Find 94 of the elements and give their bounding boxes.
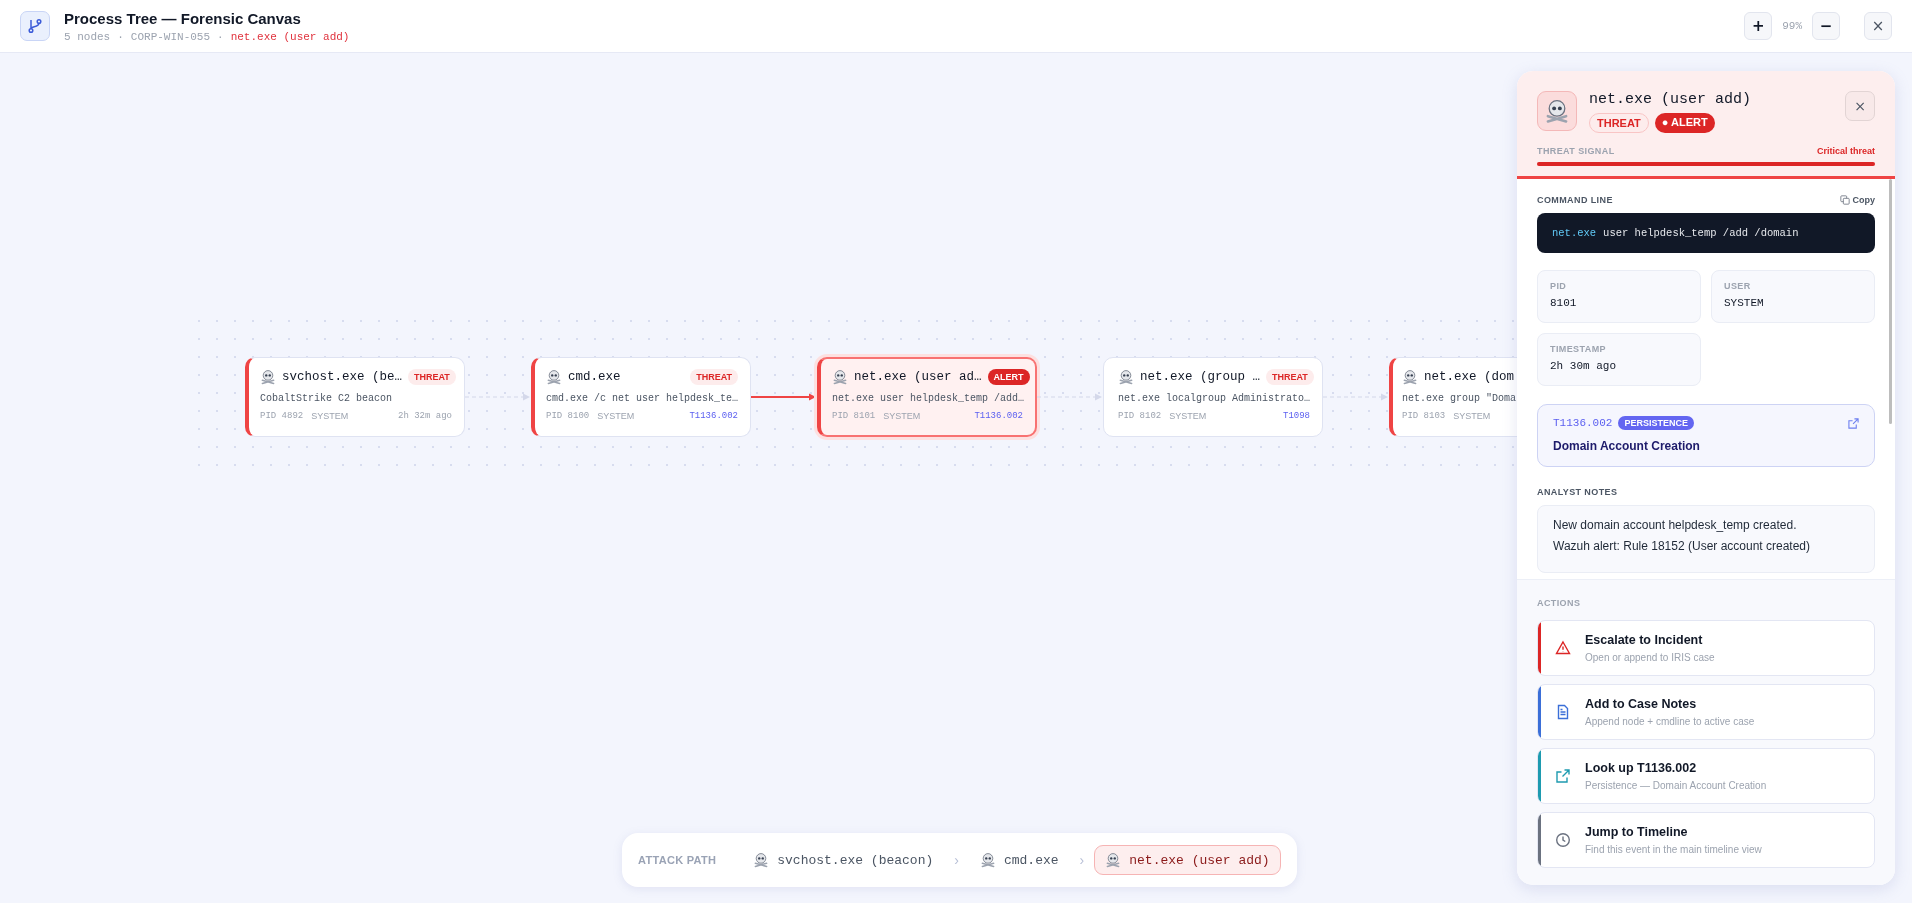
user-name: SYSTEM — [1453, 411, 1491, 421]
user-name: SYSTEM — [597, 411, 635, 421]
status-badge: ● ALERT — [1654, 113, 1715, 133]
skull-crossbones-icon — [1105, 852, 1122, 868]
process-name: cmd.exe — [568, 370, 622, 384]
separator-dot: · — [117, 30, 124, 43]
action-button[interactable]: Add to Case Notes Append node + cmdline to active case — [1537, 684, 1875, 740]
skull-crossbones-icon — [546, 369, 562, 385]
skull-crossbones-icon — [260, 369, 276, 385]
technique-id: T1136.002 — [1553, 417, 1613, 429]
field-label: USER — [1724, 281, 1752, 291]
process-id: PID 8102 — [1118, 411, 1162, 421]
zoom-out-button[interactable]: − — [1812, 12, 1840, 40]
process-name: net.exe (dom — [1424, 370, 1515, 384]
technique-id: T1136.002 — [689, 411, 738, 421]
skull-crossbones-icon — [979, 852, 996, 868]
field-value: 8101 — [1550, 297, 1578, 309]
status-badge: THREAT — [1589, 113, 1649, 133]
action-button[interactable]: Look up T1136.002 Persistence — Domain Account Creation — [1537, 748, 1875, 804]
skull-crossbones-icon — [1537, 91, 1577, 131]
attack-path-label: ATTACK PATH — [638, 854, 717, 866]
user-name: SYSTEM — [883, 411, 921, 421]
external-link-icon[interactable] — [1848, 417, 1859, 429]
process-node[interactable]: net.exe (user ad… ALERT net.exe user helpdesk_temp /add… PID 8101 SYSTEM T1136.002 — [817, 357, 1037, 437]
zoom-level: 99% — [1782, 20, 1802, 32]
process-id: PID 8101 — [832, 411, 876, 421]
skull-crossbones-icon — [1402, 369, 1418, 385]
separator-dot: · — [217, 30, 224, 43]
skull-crossbones-icon — [753, 852, 770, 868]
path-step[interactable]: cmd.exe — [968, 845, 1070, 875]
clock-icon — [1555, 832, 1571, 848]
command-text: net.exe localgroup Administrato… — [1118, 393, 1310, 404]
status-badge: THREAT — [690, 369, 738, 385]
section-label: ANALYST NOTES — [1537, 487, 1619, 497]
technique-id: T1136.002 — [974, 411, 1023, 421]
process-name: net.exe (user ad… — [854, 370, 982, 384]
command-text: cmd.exe /c net user helpdesk_te… — [546, 393, 738, 404]
note-text: New domain account helpdesk_temp created. — [1553, 518, 1798, 532]
status-badge: THREAT — [1266, 369, 1314, 385]
close-button[interactable]: × — [1864, 12, 1892, 40]
branch-icon — [20, 11, 50, 41]
technique-id: T1098 — [1283, 411, 1310, 421]
technique-name: Domain Account Creation — [1553, 439, 1701, 453]
status-badge: ALERT — [987, 369, 1030, 385]
field-value: SYSTEM — [1724, 297, 1765, 309]
warning-icon — [1555, 640, 1571, 656]
process-id: PID 8100 — [546, 411, 590, 421]
action-button[interactable]: Escalate to Incident Open or append to IRIS case — [1537, 620, 1875, 676]
process-node[interactable]: net.exe (dom net.exe group "Doma PID 8103 SYSTEM — [1389, 357, 1517, 437]
executable-name: net.exe — [1552, 227, 1597, 239]
process-node[interactable]: cmd.exe THREAT cmd.exe /c net user helpdesk_te… PID 8100 SYSTEM T1136.002 — [531, 357, 751, 437]
field-label: PID — [1550, 281, 1568, 291]
status-badge: THREAT — [408, 369, 456, 385]
path-step[interactable]: net.exe (user add) — [1094, 845, 1281, 875]
focused-process: net.exe (user add) — [230, 30, 350, 43]
command-arguments: user helpdesk_temp /add /domain — [1603, 227, 1799, 239]
signal-reading: Critical threat — [1816, 146, 1875, 156]
user-name: SYSTEM — [1169, 411, 1207, 421]
tactic-badge: PERSISTENCE — [1618, 416, 1694, 430]
field-value: 2h 30m ago — [1550, 360, 1617, 372]
process-node[interactable]: net.exe (group … THREAT net.exe localgroup Administrato… PID 8102 SYSTEM T1098 — [1103, 357, 1323, 437]
process-node[interactable]: svchost.exe (be… THREAT CobaltStrike C2 beacon PID 4892 SYSTEM 2h 32m ago — [245, 357, 465, 437]
host-name: CORP-WIN-055 — [130, 30, 211, 43]
page-title: Process Tree — Forensic Canvas — [64, 9, 302, 27]
chevron-separator: › — [1079, 852, 1085, 868]
signal-label: THREAT SIGNAL — [1537, 146, 1615, 156]
external-link-icon — [1555, 768, 1571, 784]
field-label: TIMESTAMP — [1550, 344, 1607, 354]
path-step[interactable]: svchost.exe (beacon) — [742, 845, 945, 875]
command-text: net.exe group "Doma — [1402, 393, 1517, 404]
close-button[interactable]: × — [1845, 91, 1875, 121]
section-label: COMMAND LINE — [1537, 195, 1613, 205]
process-id: PID 4892 — [260, 411, 304, 421]
scrollbar-thumb[interactable] — [1889, 179, 1892, 424]
copy-button[interactable]: Copy — [1839, 195, 1875, 205]
chevron-separator: › — [954, 852, 959, 868]
command-text: net.exe user helpdesk_temp /add… — [832, 393, 1023, 404]
document-icon — [1555, 704, 1571, 720]
section-label: ACTIONS — [1537, 598, 1582, 608]
skull-crossbones-icon — [1118, 369, 1134, 385]
user-name: SYSTEM — [311, 411, 349, 421]
copy-icon — [1839, 195, 1850, 205]
technique-card[interactable]: T1136.002 PERSISTENCE Domain Account Creation — [1537, 404, 1875, 467]
panel-title: net.exe (user add) — [1589, 91, 1753, 108]
skull-crossbones-icon — [832, 369, 848, 385]
command-text: CobaltStrike C2 beacon — [260, 393, 394, 404]
zoom-in-button[interactable]: + — [1744, 12, 1773, 40]
note-text: Wazuh alert: Rule 18152 (User account created) — [1553, 539, 1811, 553]
action-button[interactable]: Jump to Timeline Find this event in the main timeline view — [1537, 812, 1875, 868]
process-name: net.exe (group … — [1140, 370, 1261, 384]
process-name: svchost.exe (be… — [282, 370, 403, 384]
node-count: 5 nodes — [64, 30, 111, 43]
timestamp: 2h 32m ago — [398, 411, 452, 421]
process-id: PID 8103 — [1402, 411, 1446, 421]
